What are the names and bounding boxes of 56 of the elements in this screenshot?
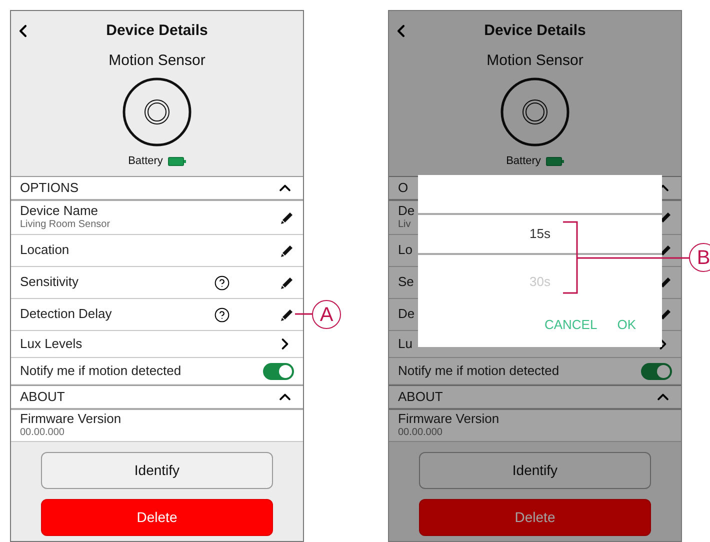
row-value: 00.00.000 <box>398 427 444 440</box>
row-label: Location <box>20 242 70 259</box>
row-label: Notify me if motion detected <box>20 362 182 380</box>
row-label: Detection Delay <box>20 306 112 323</box>
row-label: Lu <box>398 336 412 352</box>
row-value: 00.00.000 <box>20 427 66 440</box>
pencil-icon[interactable] <box>280 244 294 258</box>
settings-row[interactable]: Sensitivity <box>11 267 303 299</box>
callout-label: B <box>689 243 710 272</box>
section-header: O <box>398 179 408 198</box>
pencil-icon[interactable] <box>280 308 294 322</box>
motion-sensor-drawing <box>122 77 192 147</box>
section-header: ABOUT <box>398 388 443 406</box>
identify-button[interactable]: Identify <box>419 452 651 489</box>
section-header: OPTIONS <box>20 179 79 198</box>
help-icon[interactable] <box>214 306 230 322</box>
identify-button[interactable]: Identify <box>41 452 273 489</box>
device-name: Motion Sensor <box>486 51 584 71</box>
settings-row[interactable]: Device Name Living Room Sensor <box>11 201 303 235</box>
row-label: Sensitivity <box>20 274 79 291</box>
section-header: ABOUT <box>20 388 65 406</box>
row-label: Notify me if motion detected <box>398 362 560 380</box>
settings-row[interactable]: Firmware Version 00.00.000 <box>11 410 303 442</box>
callout-label: A <box>312 300 341 329</box>
settings-row[interactable]: Notify me if motion detected <box>11 358 303 385</box>
battery-label: Battery <box>128 154 163 169</box>
row-value: Liv <box>398 219 412 232</box>
row-label: Firmware Version <box>398 411 500 428</box>
pencil-icon[interactable] <box>280 210 294 224</box>
settings-row[interactable]: Firmware Version 00.00.000 <box>389 410 681 442</box>
row-value: Living Room Sensor <box>20 219 110 232</box>
row-label: Device Name <box>20 203 100 220</box>
delete-button[interactable]: Delete <box>41 499 273 536</box>
battery-icon <box>546 156 564 166</box>
toggle-switch[interactable] <box>263 362 294 380</box>
picker-option[interactable]: 15s <box>530 224 550 244</box>
toggle-switch[interactable] <box>641 362 672 380</box>
row-label: Lo <box>398 242 412 259</box>
row-label: Firmware Version <box>20 411 122 428</box>
pencil-icon[interactable] <box>280 276 294 290</box>
settings-row[interactable]: Detection Delay <box>11 299 303 331</box>
settings-row[interactable]: Notify me if motion detected <box>389 358 681 385</box>
battery-label: Battery <box>506 154 541 169</box>
device-name: Motion Sensor <box>108 51 206 71</box>
screen-title: Device Details <box>105 21 209 41</box>
row-label: De <box>398 203 415 220</box>
settings-row[interactable]: Location <box>11 235 303 267</box>
battery-icon <box>168 156 186 166</box>
row-label: Se <box>398 274 414 291</box>
row-label: De <box>398 306 415 323</box>
screen-title: Device Details <box>483 21 587 41</box>
help-icon[interactable] <box>214 274 230 290</box>
settings-row[interactable]: Lux Levels <box>11 331 303 358</box>
row-label: Lux Levels <box>20 336 82 352</box>
leader-line <box>295 313 313 315</box>
motion-sensor-drawing <box>500 77 570 147</box>
